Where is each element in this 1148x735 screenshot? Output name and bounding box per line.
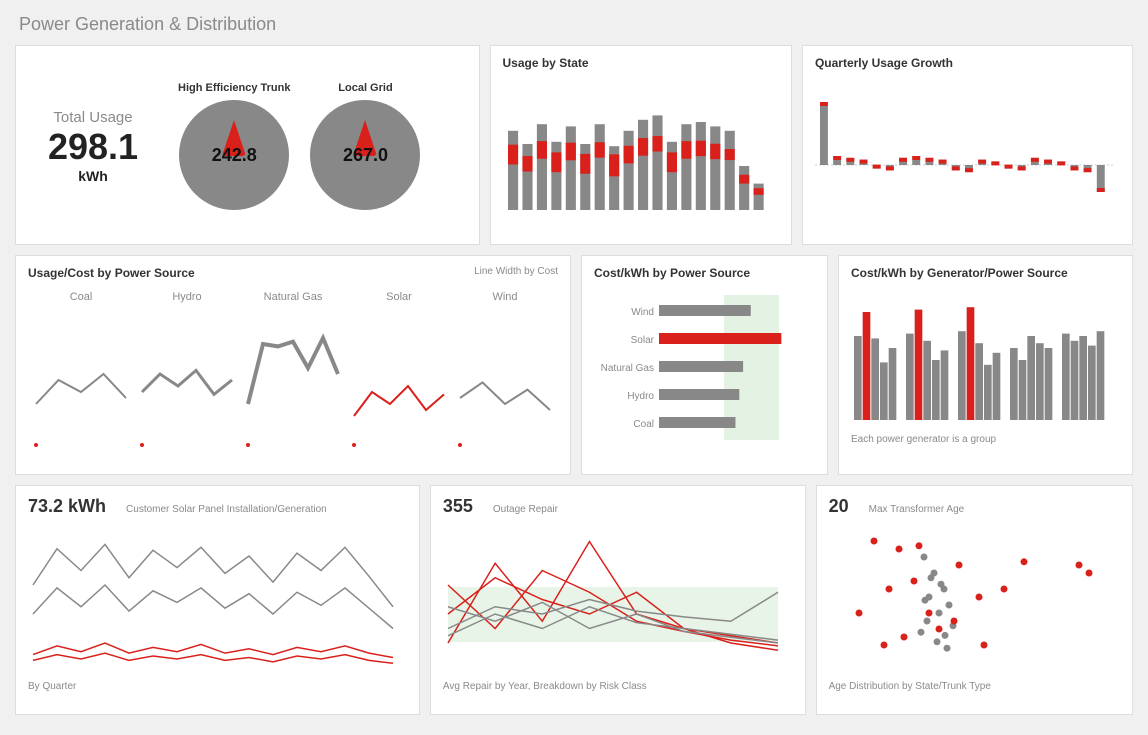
svg-text:Solar: Solar (631, 335, 655, 346)
gauge-high-efficiency: High Efficiency Trunk 242.8 (178, 82, 290, 210)
svg-text:Coal: Coal (70, 291, 93, 303)
svg-text:Wind: Wind (631, 307, 654, 318)
chart-generator (851, 280, 1111, 430)
chart-usage-cost: Coal Hydro Natural Gas Solar Wind (28, 280, 558, 450)
page-title: Power Generation & Distribution (19, 14, 1133, 35)
total-usage-unit: kWh (28, 168, 158, 184)
card-age: 20 Max Transformer Age Age Distribution … (816, 485, 1133, 715)
chart-solar (28, 517, 398, 677)
svg-text:Natural Gas: Natural Gas (264, 291, 323, 303)
chart-cost-kwh: Wind Solar Natural Gas Hydro Coal (594, 280, 804, 450)
card-outage: 355 Outage Repair Avg Repair by Year, Br… (430, 485, 806, 715)
card-solar: 73.2 kWh Customer Solar Panel Installati… (15, 485, 420, 715)
svg-text:Hydro: Hydro (627, 391, 654, 402)
chart-age (829, 517, 1109, 677)
total-usage-label: Total Usage (28, 109, 158, 126)
svg-text:Hydro: Hydro (172, 291, 201, 303)
chart-outage (443, 517, 783, 677)
svg-text:Solar: Solar (386, 291, 412, 303)
gauge-local-grid: Local Grid 267.0 (310, 82, 420, 210)
card-total-usage: Total Usage 298.1 kWh High Efficiency Tr… (15, 45, 480, 245)
chart-quarterly-growth (815, 70, 1115, 220)
svg-text:Wind: Wind (492, 291, 517, 303)
card-usage-cost: Usage/Cost by Power Source Line Width by… (15, 255, 571, 475)
card-generator: Cost/kWh by Generator/Power Source Each … (838, 255, 1133, 475)
card-cost-kwh: Cost/kWh by Power Source WindSolarNatura… (581, 255, 828, 475)
outage-value: 355 (443, 496, 473, 517)
chart-usage-by-state (503, 70, 773, 220)
card-usage-by-state: Usage by State (490, 45, 792, 245)
card-quarterly-growth: Quarterly Usage Growth (802, 45, 1133, 245)
total-usage-value: 298.1 (28, 126, 158, 168)
age-value: 20 (829, 496, 849, 517)
solar-value: 73.2 kWh (28, 496, 106, 517)
svg-text:Coal: Coal (633, 419, 654, 430)
svg-text:Natural Gas: Natural Gas (601, 363, 654, 374)
